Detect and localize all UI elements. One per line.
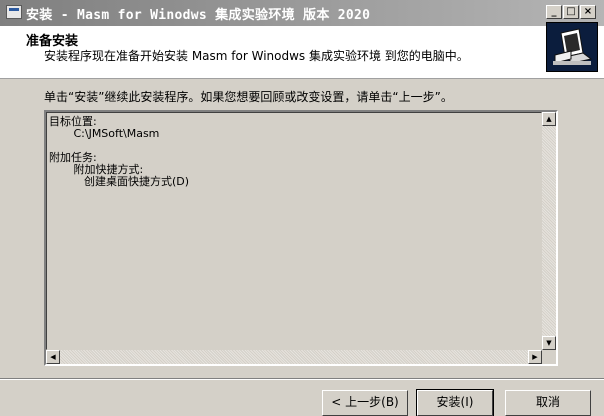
install-button[interactable]: 安装(I) (416, 389, 494, 416)
installer-logo-icon (546, 22, 598, 72)
cancel-button[interactable]: 取消 (505, 390, 591, 416)
memo-text: 目标位置: C:\JMSoft\Masm 附加任务: 附加快捷方式: 创建桌面快… (49, 115, 190, 188)
scroll-down-button[interactable]: ▼ (542, 336, 556, 350)
scroll-left-button[interactable]: ◀ (46, 350, 60, 364)
footer-divider (0, 378, 604, 380)
page-subtitle: 安装程序现在准备开始安装 Masm for Winodws 集成实验环境 到您的… (44, 49, 469, 63)
maximize-button[interactable]: □ (563, 5, 579, 19)
instruction-text: 单击“安装”继续此安装程序。如果您想要回顾或改变设置，请单击“上一步”。 (44, 90, 453, 104)
ready-memo: 目标位置: C:\JMSoft\Masm 附加任务: 附加快捷方式: 创建桌面快… (44, 110, 558, 366)
wizard-header: 准备安装 安装程序现在准备开始安装 Masm for Winodws 集成实验环… (0, 22, 604, 79)
installer-window: 安装 - Masm for Winodws 集成实验环境 版本 2020 _ □… (0, 0, 604, 416)
vertical-scrollbar[interactable]: ▲ ▼ (542, 112, 556, 350)
scroll-right-button[interactable]: ▶ (528, 350, 542, 364)
minimize-button[interactable]: _ (546, 5, 562, 19)
scroll-up-button[interactable]: ▲ (542, 112, 556, 126)
scrollbar-corner (542, 350, 556, 364)
window-title: 安装 - Masm for Winodws 集成实验环境 版本 2020 (26, 8, 371, 23)
back-button[interactable]: < 上一步(B) (322, 390, 408, 416)
memo-content-area: 目标位置: C:\JMSoft\Masm 附加任务: 附加快捷方式: 创建桌面快… (46, 112, 542, 350)
horizontal-scrollbar[interactable]: ◀ ▶ (46, 350, 542, 364)
close-button[interactable]: × (580, 5, 596, 19)
title-bar[interactable]: 安装 - Masm for Winodws 集成实验环境 版本 2020 _ □… (0, 0, 604, 26)
setup-app-icon (6, 5, 22, 19)
